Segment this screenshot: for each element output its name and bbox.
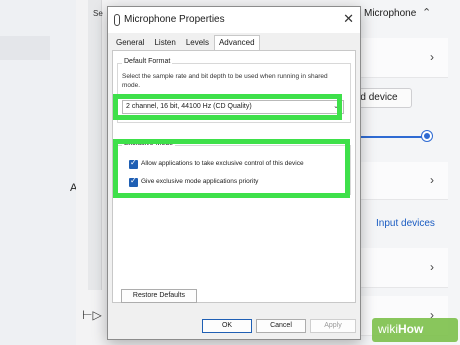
ok-button[interactable]: OK <box>202 319 252 333</box>
sound-window-edge <box>88 0 102 290</box>
dialog-titlebar[interactable]: Microphone Properties ✕ <box>108 7 360 33</box>
dropdown-highlight-box <box>113 94 342 120</box>
chevron-right-icon: › <box>430 50 434 64</box>
dialog-title: Microphone Properties <box>124 14 225 25</box>
tab-general[interactable]: General <box>111 35 149 49</box>
default-format-label: Default Format <box>122 58 173 65</box>
chevron-right-icon: › <box>430 173 434 187</box>
tab-bar: General Listen Levels Advanced <box>111 35 260 50</box>
cancel-button[interactable]: Cancel <box>256 319 306 333</box>
settings-left-pane: Ad <box>0 0 83 345</box>
default-format-description: Select the sample rate and bit depth to … <box>122 73 328 89</box>
chevron-right-icon: › <box>430 260 434 274</box>
tab-levels[interactable]: Levels <box>181 35 214 49</box>
tab-listen[interactable]: Listen <box>149 35 180 49</box>
microphone-icon <box>114 14 120 26</box>
tab-advanced[interactable]: Advanced <box>213 35 260 50</box>
wikihow-watermark: wikiHow <box>378 322 424 336</box>
input-devices-link[interactable]: Input devices <box>376 218 435 229</box>
volume-slider-thumb[interactable] <box>422 131 432 141</box>
apply-button[interactable]: Apply <box>310 319 356 333</box>
restore-defaults-button[interactable]: Restore Defaults <box>121 289 197 303</box>
close-icon[interactable]: ✕ <box>343 11 354 27</box>
settings-card[interactable]: › <box>360 38 448 78</box>
settings-card[interactable]: › <box>360 162 448 200</box>
nav-item-highlight[interactable] <box>0 36 50 60</box>
sound-window-title-fragment: Se <box>93 9 103 18</box>
exclusive-mode-highlight-box <box>113 139 350 198</box>
sliders-icon: ⊢▷ <box>82 308 102 322</box>
settings-card[interactable]: › <box>360 248 448 288</box>
chevron-up-icon[interactable]: ⌃ <box>422 6 431 19</box>
microphone-section-title: Microphone <box>364 8 417 19</box>
volume-slider-track[interactable] <box>356 136 428 138</box>
